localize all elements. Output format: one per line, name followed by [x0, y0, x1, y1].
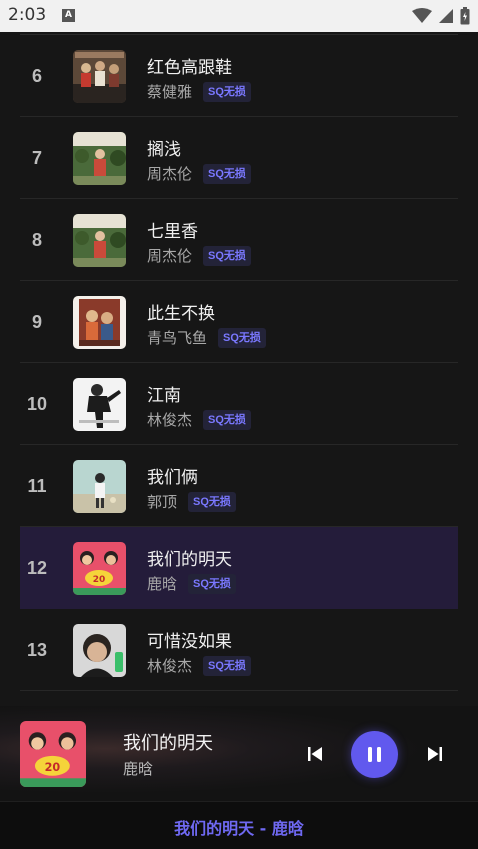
track-meta: 林俊杰 SQ无损	[147, 655, 251, 676]
signal-icon	[439, 9, 453, 23]
mini-player[interactable]: 20 我们的明天 鹿晗	[0, 706, 478, 801]
wifi-icon	[412, 8, 432, 23]
album-cover: 20	[73, 542, 126, 595]
skip-previous-button[interactable]	[303, 742, 327, 766]
track-row[interactable]: 9 此生不换 青鸟飞鱼 SQ无损	[20, 281, 458, 363]
track-index: 6	[31, 66, 42, 86]
track-row[interactable]: 11 我们俩 郭顶 SQ无损	[20, 445, 458, 527]
quality-badge: SQ无损	[188, 491, 236, 512]
track-index: 11	[27, 476, 47, 496]
track-meta: 林俊杰 SQ无损	[147, 409, 251, 430]
track-row[interactable]: 6 红色高跟鞋 蔡健雅 SQ无损	[20, 35, 458, 117]
quality-badge: SQ无损	[203, 163, 251, 184]
track-meta: 周杰伦 SQ无损	[147, 245, 251, 266]
track-meta: 鹿晗 SQ无损	[147, 573, 236, 594]
album-cover	[73, 624, 126, 677]
now-playing-lyric-bar[interactable]: 我们的明天 - 鹿晗	[0, 801, 478, 849]
quality-badge: SQ无损	[188, 573, 236, 594]
album-cover	[73, 296, 126, 349]
play-pause-button[interactable]	[351, 731, 398, 778]
skip-previous-icon	[308, 747, 322, 761]
track-title: 此生不换	[147, 304, 215, 324]
track-title: 我们俩	[147, 468, 198, 488]
player-track-title: 我们的明天	[123, 733, 213, 754]
track-index: 12	[26, 558, 48, 578]
track-title: 江南	[147, 386, 181, 406]
quality-badge: SQ无损	[203, 409, 251, 430]
album-cover	[73, 132, 126, 185]
album-cover	[73, 378, 126, 431]
status-bar: 2:03 A	[0, 0, 478, 32]
player-track-artist: 鹿晗	[123, 760, 154, 778]
quality-badge: SQ无损	[218, 327, 266, 348]
skip-next-icon	[428, 747, 442, 761]
pause-icon	[368, 747, 381, 762]
track-row[interactable]: 7 搁浅 周杰伦 SQ无损	[20, 117, 458, 199]
system-icons	[412, 7, 470, 25]
track-title: 我们的明天	[147, 550, 232, 570]
status-time: 2:03	[8, 5, 47, 25]
quality-badge: SQ无损	[203, 655, 251, 676]
track-row[interactable]: 8 七里香 周杰伦 SQ无损	[20, 199, 458, 281]
track-artist: 青鸟飞鱼	[147, 329, 208, 347]
track-meta: 蔡健雅 SQ无损	[147, 81, 251, 102]
track-artist: 郭顶	[147, 493, 178, 511]
quality-badge: SQ无损	[203, 245, 251, 266]
track-artist: 蔡健雅	[147, 83, 193, 101]
track-artist: 周杰伦	[147, 247, 193, 265]
track-meta: 郭顶 SQ无损	[147, 491, 236, 512]
track-meta: 青鸟飞鱼 SQ无损	[147, 327, 266, 348]
track-artist: 林俊杰	[147, 411, 193, 429]
skip-next-button[interactable]	[423, 742, 447, 766]
track-title: 搁浅	[147, 140, 181, 160]
battery-icon	[460, 7, 470, 25]
app-notification-icon: A	[62, 9, 75, 22]
svg-text:20: 20	[45, 761, 61, 774]
album-cover	[73, 460, 126, 513]
quality-badge: SQ无损	[203, 81, 251, 102]
track-index: 9	[31, 312, 42, 332]
track-row-active[interactable]: 12 20 我们的明天 鹿晗 SQ无损	[20, 527, 458, 609]
album-cover	[73, 50, 126, 103]
track-list[interactable]: 6 红色高跟鞋 蔡健雅 SQ无损 7 搁浅 周杰伦 SQ无损 8 七里香 周杰伦…	[0, 32, 478, 706]
track-title: 七里香	[147, 222, 198, 242]
now-playing-text: 我们的明天 - 鹿晗	[174, 819, 304, 838]
player-album-cover[interactable]: 20	[20, 721, 86, 787]
track-row[interactable]: 10 江南 林俊杰 SQ无损	[20, 363, 458, 445]
track-artist: 林俊杰	[147, 657, 193, 675]
track-index: 7	[31, 148, 42, 168]
track-artist: 鹿晗	[147, 575, 178, 593]
track-meta: 周杰伦 SQ无损	[147, 163, 251, 184]
track-index: 13	[26, 640, 48, 660]
track-title: 红色高跟鞋	[147, 58, 232, 78]
track-row[interactable]: 13 可惜没如果 林俊杰 SQ无损	[20, 609, 458, 691]
track-artist: 周杰伦	[147, 165, 193, 183]
svg-text:20: 20	[93, 575, 106, 585]
track-index: 10	[26, 394, 48, 414]
track-title: 可惜没如果	[147, 632, 232, 652]
album-cover	[73, 214, 126, 267]
track-index: 8	[31, 230, 42, 250]
